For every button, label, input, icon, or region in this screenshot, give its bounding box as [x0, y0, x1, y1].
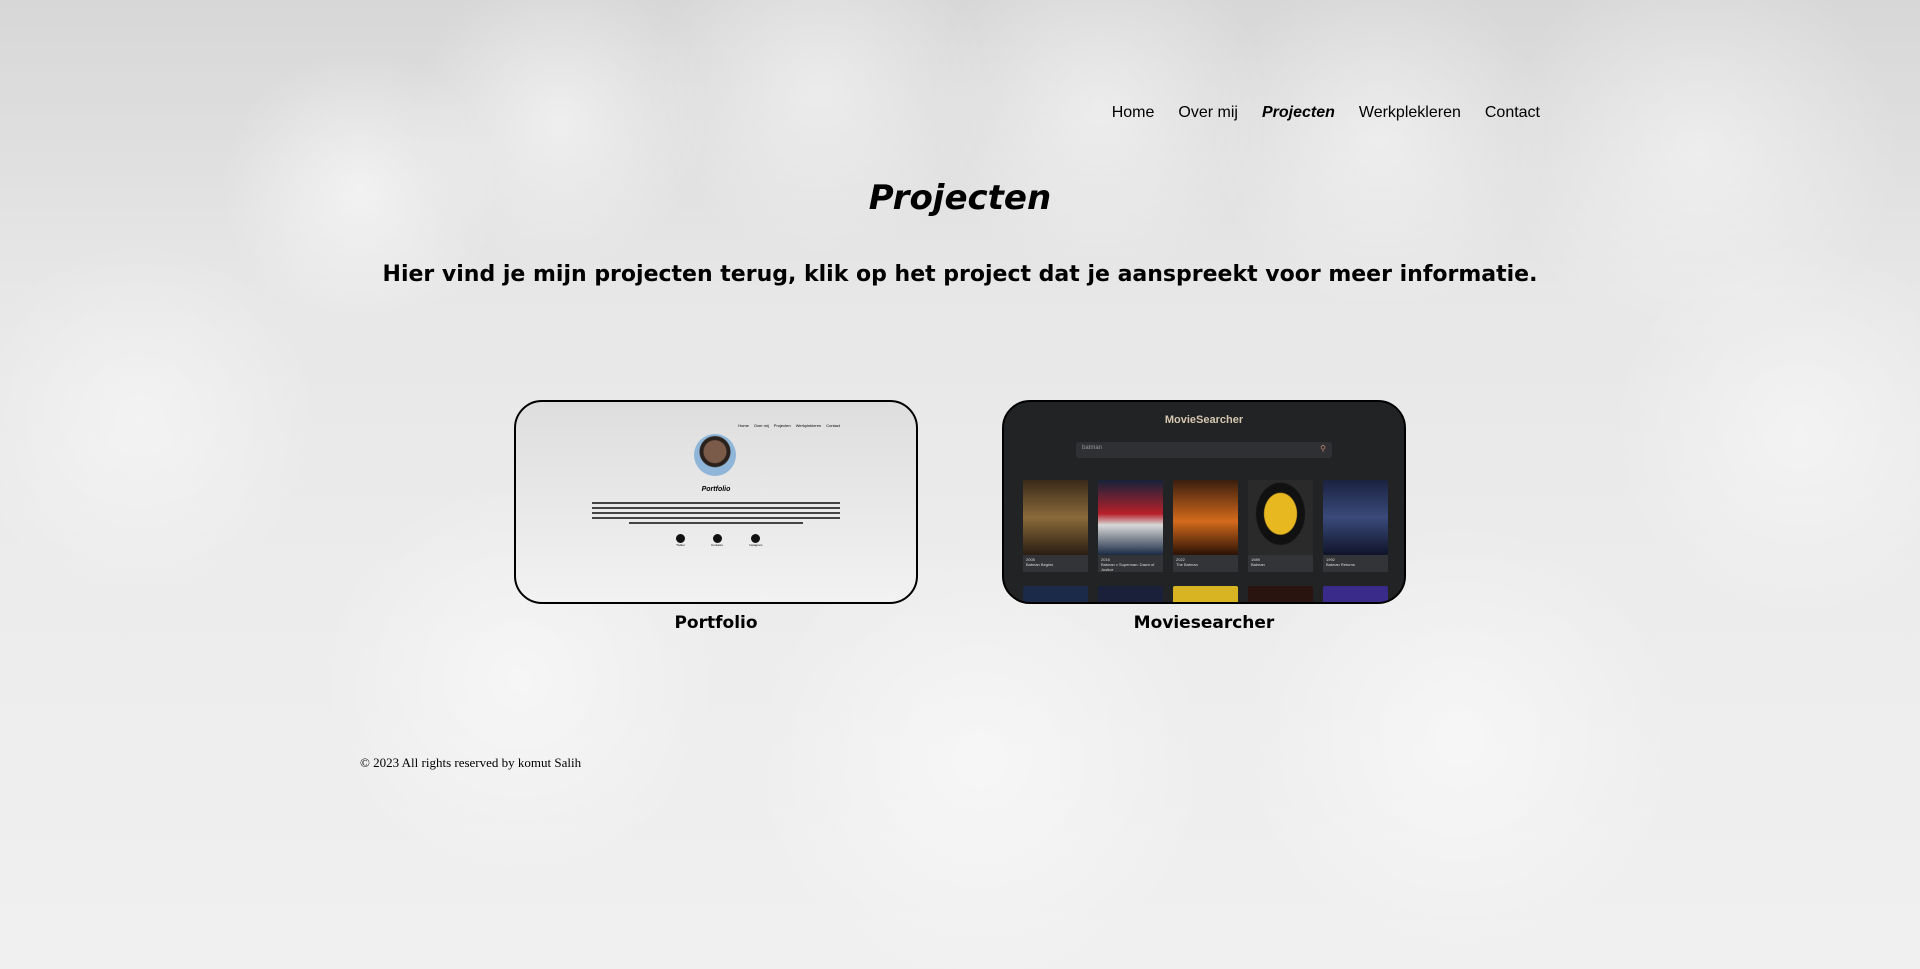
contact-icon: Contacto: [711, 534, 723, 547]
portfolio-thumbnail[interactable]: Home Over mij Projecten Werkplekleren Co…: [514, 400, 918, 604]
nav-projecten[interactable]: Projecten: [1262, 104, 1335, 122]
movie-poster: [1098, 480, 1163, 555]
movie-card: 1989 Batman: [1248, 480, 1313, 572]
preview-nav-item: Over mij: [753, 423, 769, 428]
project-card-moviesearcher[interactable]: MovieSearcher batman ⚲ 2005 Batman Begins…: [1002, 400, 1406, 633]
movie-card: 1992 Batman Returns: [1323, 480, 1388, 572]
preview-nav-item: Werkplekleren: [795, 423, 822, 428]
preview-logo: MovieSearcher: [1164, 414, 1244, 426]
page-intro: Hier vind je mijn projecten terug, klik …: [382, 262, 1538, 287]
movie-poster: [1023, 480, 1088, 555]
preview-nav-item: Contact: [826, 423, 840, 428]
movie-card: 2016 Batman v Superman: Dawn of Justice: [1098, 480, 1163, 572]
moviesearcher-thumbnail[interactable]: MovieSearcher batman ⚲ 2005 Batman Begins…: [1002, 400, 1406, 604]
movie-poster: [1323, 480, 1388, 555]
movie-card: 2022 The Batman: [1173, 480, 1238, 572]
movie-poster: [1248, 480, 1313, 555]
preview-title: Portfolio: [701, 486, 731, 493]
search-icon: ⚲: [1320, 444, 1326, 453]
nav-contact[interactable]: Contact: [1485, 104, 1540, 122]
project-caption[interactable]: Portfolio: [514, 613, 918, 633]
main-nav: Home Over mij Projecten Werkplekleren Co…: [1112, 104, 1540, 122]
preview-search-value: batman: [1082, 445, 1103, 451]
twitter-icon: Twitter: [676, 534, 685, 547]
movie-card: 2005 Batman Begins: [1023, 480, 1088, 572]
preview-nav-item: Home: [738, 423, 749, 428]
preview-nav-item: Projecten: [773, 423, 791, 428]
preview-nav: Home Over mij Projecten Werkplekleren Co…: [738, 423, 840, 428]
page-title: Projecten: [868, 178, 1052, 218]
instagram-icon: Instagram: [749, 534, 762, 547]
nav-werkplekleren[interactable]: Werkplekleren: [1359, 104, 1461, 122]
nav-over-mij[interactable]: Over mij: [1178, 104, 1238, 122]
preview-search-bar: batman ⚲: [1076, 442, 1332, 458]
nav-home[interactable]: Home: [1112, 104, 1155, 122]
project-card-portfolio[interactable]: Home Over mij Projecten Werkplekleren Co…: [514, 400, 918, 633]
preview-movie-row: [1023, 586, 1388, 602]
movie-poster: [1173, 480, 1238, 555]
preview-text-block: [592, 502, 840, 527]
project-caption[interactable]: Moviesearcher: [1002, 613, 1406, 633]
preview-movie-grid: 2005 Batman Begins 2016 Batman v Superman:…: [1023, 480, 1388, 572]
preview-social-icons: Twitter Contacto Instagram: [676, 534, 762, 547]
preview-avatar: [694, 434, 736, 476]
footer-copyright: © 2023 All rights reserved by komut Sali…: [360, 755, 582, 770]
